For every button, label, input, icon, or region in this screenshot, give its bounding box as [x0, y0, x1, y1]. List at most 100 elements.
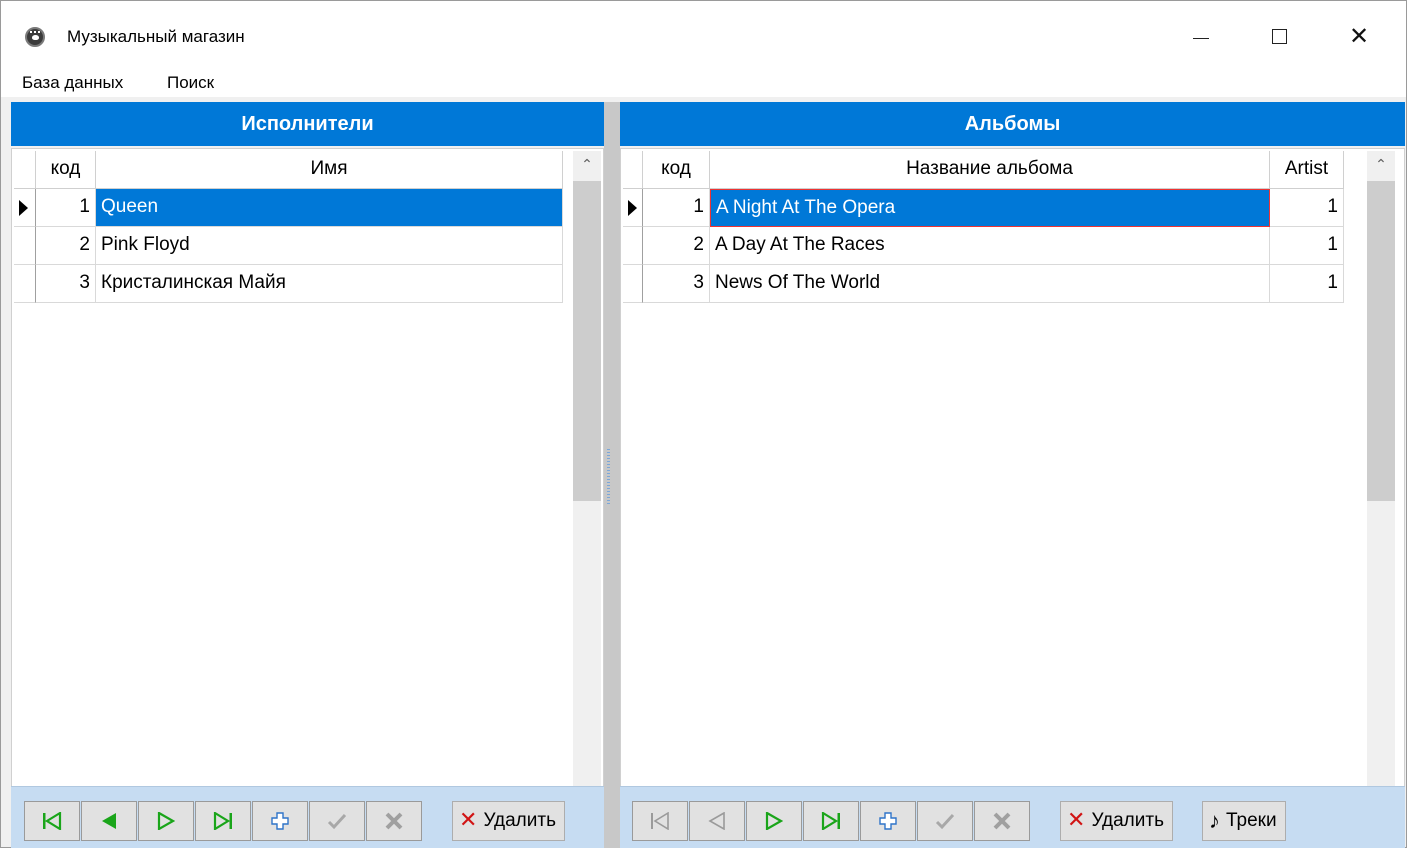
delete-album-button[interactable]: ✕ Удалить — [1060, 801, 1173, 841]
maximize-icon — [1271, 28, 1287, 44]
close-icon: ✕ — [1348, 22, 1370, 50]
insert-icon — [879, 812, 897, 830]
cell-name[interactable]: Queen — [96, 189, 563, 227]
menu-search[interactable]: Поиск — [167, 73, 214, 93]
column-header-name[interactable]: Имя — [96, 151, 563, 189]
albums-grid-header-row: код Название альбома Artist — [623, 151, 1344, 189]
albums-vertical-scrollbar[interactable]: ⌃ ⌄ — [1367, 151, 1395, 801]
column-header-artist[interactable]: Artist — [1270, 151, 1344, 189]
nav-first-button[interactable] — [632, 801, 688, 841]
artists-header: Исполнители — [11, 102, 604, 146]
nav-prior-button[interactable] — [689, 801, 745, 841]
artists-grid-header-row: код Имя — [14, 151, 563, 189]
nav-cancel-button[interactable] — [974, 801, 1030, 841]
artists-grid[interactable]: код Имя 1 Queen 2 Pink Floyd 3 Кристалин… — [11, 148, 604, 838]
cell-artist[interactable]: 1 — [1270, 227, 1344, 265]
last-icon — [213, 812, 232, 830]
window-title: Музыкальный магазин — [67, 27, 245, 46]
tracks-button[interactable]: ♪ Треки — [1202, 801, 1286, 841]
table-row[interactable]: 3 Кристалинская Майя — [14, 265, 563, 303]
nav-post-button[interactable] — [917, 801, 973, 841]
table-row[interactable]: 1 A Night At The Opera 1 — [623, 189, 1344, 227]
artists-vertical-scrollbar[interactable]: ⌃ ⌄ — [573, 151, 601, 801]
scroll-thumb[interactable] — [573, 181, 601, 501]
menu-bar: База данных Поиск — [1, 69, 1406, 97]
last-icon — [821, 812, 840, 830]
albums-toolbar: ✕ Удалить ♪ Треки — [620, 786, 1405, 848]
delete-x-icon: ✕ — [459, 808, 478, 833]
indicator-header — [623, 151, 643, 189]
delete-x-icon: ✕ — [1067, 808, 1086, 833]
artists-panel: Исполнители код Имя 1 Queen 2 Pink Floyd — [11, 102, 604, 848]
scroll-up-icon[interactable]: ⌃ — [573, 151, 601, 179]
main-window: Музыкальный магазин ✕ База данных Поиск … — [0, 0, 1407, 848]
cell-title[interactable]: A Day At The Races — [710, 227, 1270, 265]
title-bar: Музыкальный магазин ✕ — [1, 1, 1406, 69]
menu-database[interactable]: База данных — [22, 73, 123, 93]
nav-insert-button[interactable] — [252, 801, 308, 841]
cell-id[interactable]: 1 — [36, 189, 96, 227]
first-icon — [43, 812, 62, 830]
insert-icon — [271, 812, 289, 830]
cancel-icon — [385, 812, 403, 830]
nav-cancel-button[interactable] — [366, 801, 422, 841]
nav-first-button[interactable] — [24, 801, 80, 841]
prior-icon — [708, 812, 725, 830]
splitter-grip-icon[interactable] — [607, 449, 610, 505]
cell-title[interactable]: News Of The World — [710, 265, 1270, 303]
cell-name[interactable]: Кристалинская Майя — [96, 265, 563, 303]
cancel-icon — [993, 812, 1011, 830]
cell-name[interactable]: Pink Floyd — [96, 227, 563, 265]
nav-post-button[interactable] — [309, 801, 365, 841]
table-row[interactable]: 1 Queen — [14, 189, 563, 227]
nav-last-button[interactable] — [195, 801, 251, 841]
column-header-id[interactable]: код — [36, 151, 96, 189]
albums-header: Альбомы — [620, 102, 1405, 146]
albums-panel: Альбомы код Название альбома Artist 1 A … — [620, 102, 1405, 848]
first-icon — [651, 812, 669, 830]
close-button[interactable]: ✕ — [1329, 13, 1389, 59]
scroll-thumb[interactable] — [1367, 181, 1395, 501]
current-row-pointer-icon — [628, 200, 637, 216]
cell-title[interactable]: A Night At The Opera — [710, 189, 1270, 227]
minimize-icon — [1193, 37, 1209, 39]
column-header-id[interactable]: код — [643, 151, 710, 189]
post-icon — [935, 813, 955, 830]
cell-id[interactable]: 2 — [643, 227, 710, 265]
row-indicator — [623, 189, 643, 227]
row-indicator — [623, 227, 643, 265]
column-header-title[interactable]: Название альбома — [710, 151, 1270, 189]
delete-album-label: Удалить — [1091, 810, 1164, 831]
row-indicator — [14, 189, 36, 227]
delete-artist-button[interactable]: ✕ Удалить — [452, 801, 565, 841]
cell-artist[interactable]: 1 — [1270, 265, 1344, 303]
cell-id[interactable]: 3 — [36, 265, 96, 303]
tracks-label: Треки — [1226, 810, 1277, 831]
table-row[interactable]: 2 A Day At The Races 1 — [623, 227, 1344, 265]
albums-grid[interactable]: код Название альбома Artist 1 A Night At… — [620, 148, 1405, 838]
paw-app-icon — [25, 27, 45, 47]
nav-prior-button[interactable] — [81, 801, 137, 841]
scroll-up-icon[interactable]: ⌃ — [1367, 151, 1395, 179]
nav-next-button[interactable] — [138, 801, 194, 841]
nav-last-button[interactable] — [803, 801, 859, 841]
next-icon — [765, 812, 783, 830]
cell-id[interactable]: 1 — [643, 189, 710, 227]
cell-artist[interactable]: 1 — [1270, 189, 1344, 227]
prior-icon — [102, 813, 116, 829]
table-row[interactable]: 3 News Of The World 1 — [623, 265, 1344, 303]
maximize-button[interactable] — [1249, 13, 1309, 59]
post-icon — [327, 813, 347, 830]
nav-insert-button[interactable] — [860, 801, 916, 841]
next-icon — [157, 812, 175, 830]
table-row[interactable]: 2 Pink Floyd — [14, 227, 563, 265]
nav-next-button[interactable] — [746, 801, 802, 841]
cell-id[interactable]: 2 — [36, 227, 96, 265]
row-indicator — [623, 265, 643, 303]
cell-id[interactable]: 3 — [643, 265, 710, 303]
row-indicator — [14, 265, 36, 303]
minimize-button[interactable] — [1171, 13, 1231, 59]
delete-artist-label: Удалить — [483, 810, 556, 831]
music-note-icon: ♪ — [1209, 808, 1220, 833]
current-row-pointer-icon — [19, 200, 28, 216]
